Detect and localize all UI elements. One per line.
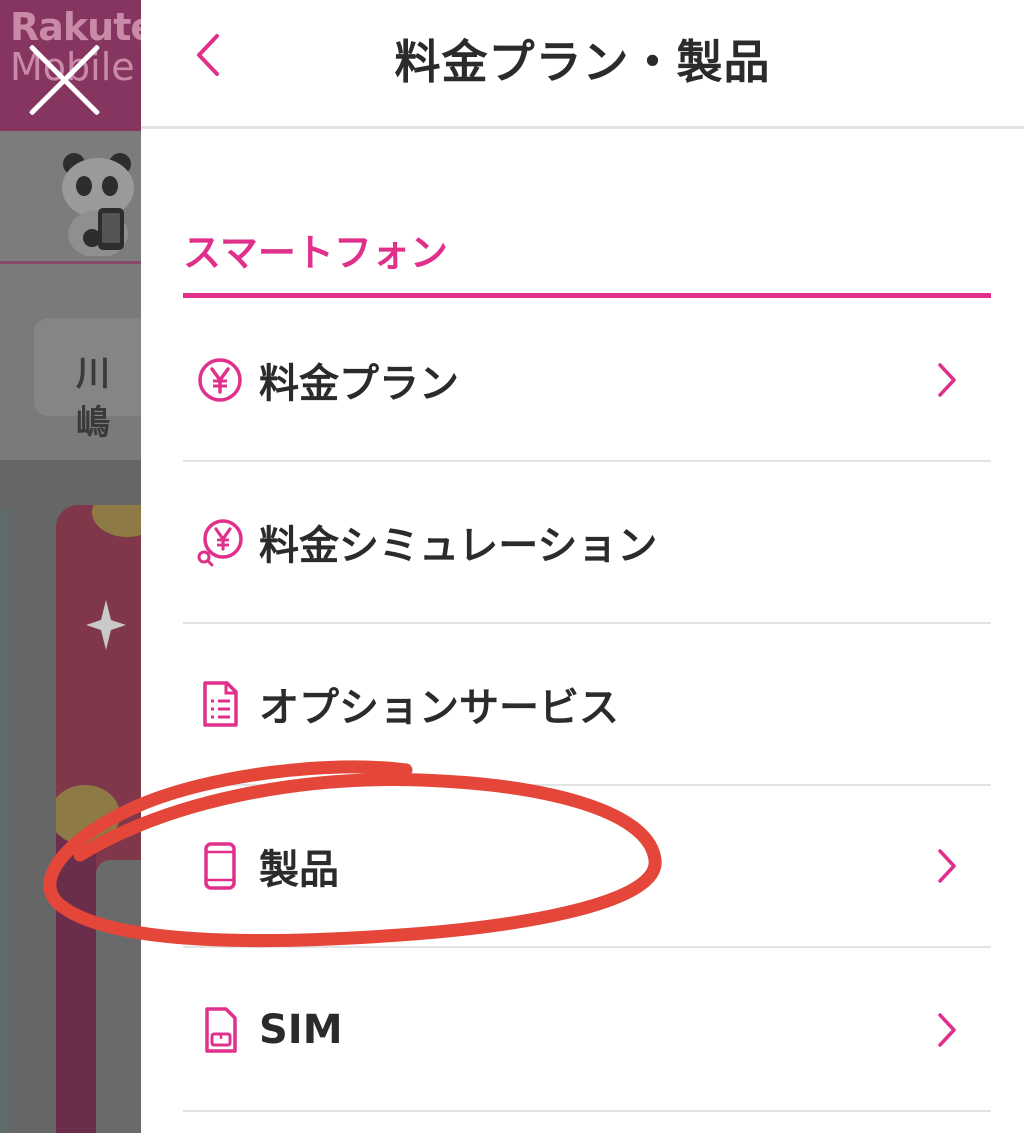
- menu-item-label: 料金プラン: [259, 361, 459, 407]
- menu-item-simulation[interactable]: 料金シミュレーション: [183, 462, 991, 624]
- yen-search-icon: [197, 519, 243, 567]
- background-search-text: 川嶋: [76, 354, 110, 443]
- background-left-strip: [0, 510, 10, 1133]
- chevron-right-icon: [938, 363, 956, 397]
- chevron-right-icon: [938, 849, 956, 883]
- section-divider: [183, 293, 991, 298]
- menu-drawer: 料金プラン・製品 スマートフォン 料金プラン 料金シミュレーション オプションサ…: [141, 0, 1024, 1133]
- menu-item-label: SIM: [259, 1007, 343, 1053]
- yen-circle-icon: [198, 358, 242, 402]
- drawer-title: 料金プラン・製品: [394, 35, 771, 89]
- menu-item-label: オプションサービス: [259, 685, 619, 731]
- background-page: Rakuten Mobile 川嶋: [0, 0, 141, 1133]
- document-list-icon: [203, 681, 238, 727]
- chevron-right-icon: [938, 1013, 956, 1047]
- coin-icon: [92, 505, 141, 537]
- sim-card-icon: [205, 1007, 237, 1053]
- coin-icon: [56, 785, 120, 845]
- menu-item-label: 料金シミュレーション: [259, 523, 658, 569]
- panda-mascot-icon: [62, 153, 134, 256]
- smartphone-icon: [204, 842, 236, 890]
- sparkle-icon: [86, 600, 126, 650]
- menu-item-options[interactable]: オプションサービス: [183, 624, 991, 786]
- menu-item-plans[interactable]: 料金プラン: [183, 300, 991, 462]
- drawer-header: 料金プラン・製品: [141, 0, 1024, 129]
- section-title-smartphone: スマートフォン: [183, 231, 448, 275]
- menu-item-sim[interactable]: SIM: [183, 950, 991, 1112]
- background-card-panel: [96, 860, 141, 1133]
- background-card-strip: [56, 835, 96, 1133]
- menu-item-label: 製品: [259, 847, 339, 893]
- close-menu-button[interactable]: [22, 38, 106, 122]
- menu-item-products[interactable]: 製品: [183, 786, 991, 948]
